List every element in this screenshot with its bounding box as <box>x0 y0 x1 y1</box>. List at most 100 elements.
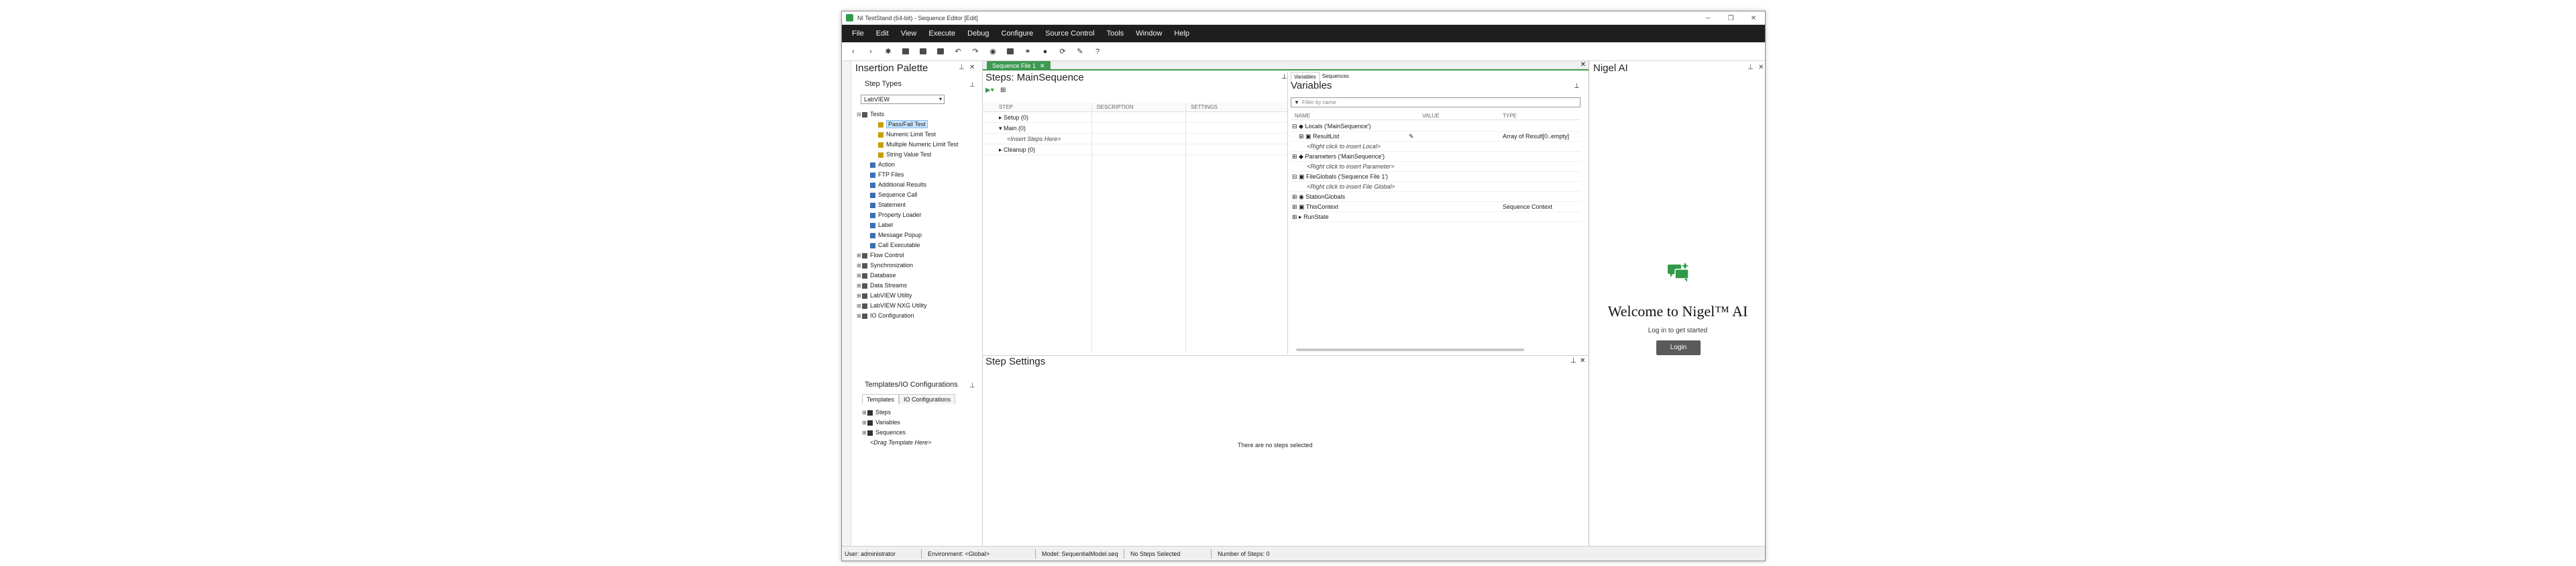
tab-sequence-file[interactable]: Sequence File 1 ✕ <box>987 61 1051 70</box>
user-icon[interactable]: ● <box>1040 47 1050 56</box>
insert-steps-row[interactable]: <Insert Steps Here> <box>983 134 1287 144</box>
forward-icon[interactable]: › <box>866 47 875 56</box>
horizontal-scrollbar[interactable] <box>1296 348 1524 351</box>
menu-edit[interactable]: Edit <box>870 30 895 38</box>
menu-source-control[interactable]: Source Control <box>1039 30 1100 38</box>
tree-item[interactable]: Multiple Numeric Limit Test <box>857 140 981 150</box>
tree-item[interactable]: ⊞ IO Configuration <box>857 311 981 321</box>
table-row[interactable]: ▸ Cleanup (0) <box>983 144 1287 155</box>
table-row[interactable]: ▸ Setup (0) <box>983 112 1287 123</box>
edit-icon[interactable]: ✎ <box>1075 47 1085 56</box>
table-row[interactable]: <Right click to insert File Global> <box>1291 182 1580 192</box>
tree-item[interactable]: ⊞ Data Streams <box>857 281 981 291</box>
step-tools-icon[interactable]: ⊞ <box>1000 87 1006 94</box>
tree-item[interactable]: ⊞ Sequences <box>862 428 976 438</box>
pin-icon[interactable]: ⊥ <box>969 81 975 89</box>
tree-item[interactable]: Property Loader <box>857 210 981 220</box>
menu-tools[interactable]: Tools <box>1101 30 1130 38</box>
tree-item[interactable]: FTP Files <box>857 170 981 180</box>
minimize-button[interactable]: ─ <box>1697 11 1719 25</box>
pin-icon[interactable]: ⊥ <box>1570 357 1576 365</box>
expander-icon[interactable]: ⊞ <box>857 261 862 271</box>
help-icon[interactable]: ? <box>1093 47 1102 56</box>
table-row[interactable]: ⊞ ▣ ThisContext Sequence Context <box>1291 202 1580 212</box>
col-description[interactable]: DESCRIPTION <box>1097 104 1134 110</box>
redo-icon[interactable]: ↷ <box>971 47 980 56</box>
close-document-icon[interactable]: ✕ <box>1580 61 1586 68</box>
tree-item[interactable]: String Value Test <box>857 150 981 160</box>
table-row[interactable]: ▾ Main (0) <box>983 123 1287 134</box>
tab-templates[interactable]: Templates <box>862 394 900 404</box>
pin-icon[interactable]: ⊥ <box>1574 83 1580 90</box>
table-row[interactable]: ⊞ ◉ StationGlobals <box>1291 192 1580 202</box>
expander-icon[interactable]: ⊟ <box>857 109 862 120</box>
close-window-button[interactable]: ✕ <box>1742 11 1765 25</box>
tree-item[interactable]: Label <box>857 220 981 230</box>
close-tab-icon[interactable]: ✕ <box>1040 62 1045 69</box>
tree-item[interactable]: ⊞ Synchronization <box>857 261 981 271</box>
col-step[interactable]: STEP <box>999 104 1013 110</box>
table-row[interactable]: <Right click to insert Local> <box>1291 142 1580 152</box>
tree-item[interactable]: ⊞ Database <box>857 271 981 281</box>
pin-icon[interactable]: ⊥ <box>959 64 965 71</box>
run-step-icon[interactable]: ▶▾ <box>985 87 994 94</box>
expander-icon[interactable]: ⊞ <box>857 271 862 281</box>
tree-item[interactable]: Pass/Fail Test <box>857 120 981 130</box>
new-icon[interactable]: ✱ <box>883 47 893 56</box>
expander-icon[interactable]: ⊞ <box>857 250 862 261</box>
run-icon[interactable] <box>1006 47 1015 56</box>
save-all-icon[interactable] <box>936 47 945 56</box>
pin-icon[interactable]: ⊥ <box>1281 73 1287 81</box>
close-icon[interactable]: ✕ <box>1758 64 1764 71</box>
menu-execute[interactable]: Execute <box>922 30 961 38</box>
filter-input[interactable]: ▼ Filter by name <box>1291 97 1580 107</box>
col-type[interactable]: TYPE <box>1503 113 1517 119</box>
edit-icon[interactable]: ✎ <box>1409 132 1414 142</box>
menu-debug[interactable]: Debug <box>961 30 995 38</box>
col-value[interactable]: VALUE <box>1422 113 1440 119</box>
tree-item[interactable]: ⊞ Variables <box>862 418 976 428</box>
col-name[interactable]: NAME <box>1295 113 1310 119</box>
globe-icon[interactable]: ◉ <box>988 47 998 56</box>
tree-item[interactable]: Statement <box>857 200 981 210</box>
table-row[interactable]: ⊞ ▸ RunState <box>1291 212 1580 222</box>
table-row[interactable]: ⊟ ▣ FileGlobals ('Sequence File 1') <box>1291 172 1580 182</box>
close-icon[interactable]: ✕ <box>969 64 975 71</box>
undo-icon[interactable]: ↶ <box>953 47 963 56</box>
tree-item[interactable]: ⊞ Flow Control <box>857 250 981 261</box>
pin-icon[interactable]: ⊥ <box>969 382 975 389</box>
back-icon[interactable]: ‹ <box>849 47 858 56</box>
col-settings[interactable]: SETTINGS <box>1191 104 1218 110</box>
menu-window[interactable]: Window <box>1130 30 1168 38</box>
tree-item[interactable]: Message Popup <box>857 230 981 240</box>
expander-icon[interactable]: ⊞ <box>857 301 862 311</box>
tree-item[interactable]: Sequence Call <box>857 190 981 200</box>
expander-icon[interactable]: ⊞ <box>857 281 862 291</box>
table-row[interactable]: ⊞ ◆ Parameters ('MainSequence') <box>1291 152 1580 162</box>
open-folder-icon[interactable] <box>901 47 910 56</box>
pin-icon[interactable]: ⊥ <box>1748 64 1754 71</box>
tree-item[interactable]: Numeric Limit Test <box>857 130 981 140</box>
save-icon[interactable] <box>918 47 928 56</box>
tree-item[interactable]: ⊞ Steps <box>862 408 976 418</box>
tree-item[interactable]: Action <box>857 160 981 170</box>
table-row[interactable]: <Right click to insert Parameter> <box>1291 162 1580 172</box>
tree-item[interactable]: Additional Results <box>857 180 981 190</box>
restore-button[interactable]: ❐ <box>1719 11 1742 25</box>
tree-item[interactable]: ⊞ LabVIEW Utility <box>857 291 981 301</box>
adapter-dropdown[interactable]: LabVIEW ▾ <box>861 95 945 104</box>
menu-configure[interactable]: Configure <box>996 30 1040 38</box>
tree-item[interactable]: Call Executable <box>857 240 981 250</box>
connect-icon[interactable]: ⚭ <box>1023 47 1032 56</box>
menu-view[interactable]: View <box>895 30 923 38</box>
menu-file[interactable]: File <box>846 30 870 38</box>
close-icon[interactable]: ✕ <box>1580 357 1585 365</box>
table-row[interactable]: ⊟ ◆ Locals ('MainSequence') <box>1291 122 1580 132</box>
login-button[interactable]: Login <box>1656 340 1701 355</box>
tab-io-configurations[interactable]: IO Configurations <box>899 394 956 404</box>
tree-item[interactable]: ⊟ Tests <box>857 109 981 120</box>
tree-item[interactable]: ⊞ LabVIEW NXG Utility <box>857 301 981 311</box>
expander-icon[interactable]: ⊞ <box>857 311 862 321</box>
expander-icon[interactable]: ⊞ <box>857 291 862 301</box>
refresh-icon[interactable]: ⟳ <box>1058 47 1067 56</box>
